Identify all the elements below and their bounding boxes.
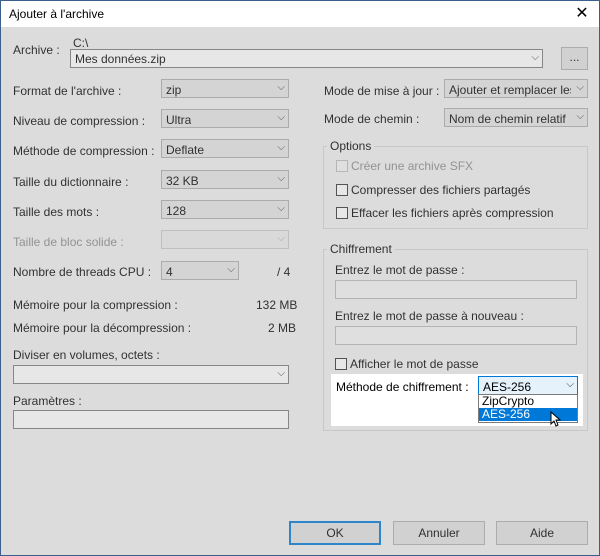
word-label: Taille des mots : [13,205,100,219]
mem-comp-label: Mémoire pour la compression : [13,298,178,312]
archive-path: C:\ [73,36,89,50]
dict-combo[interactable]: 32 KB ⌵ [161,170,289,189]
mem-decomp-value: 2 MB [268,321,297,335]
update-mode-value: Ajouter et remplacer les fichiers [449,83,571,97]
chevron-down-icon[interactable]: ⌵ [277,368,285,379]
method-label: Méthode de compression : [13,144,155,158]
path-mode-combo[interactable]: Nom de chemin relatif ⌵ [444,108,588,127]
archive-name-combo[interactable]: Mes données.zip ⌵ [70,49,543,68]
chevron-down-icon: ⌵ [277,233,285,244]
password-input[interactable] [335,280,577,299]
chevron-down-icon[interactable]: ⌵ [277,173,285,184]
params-input[interactable] [13,410,289,429]
encryption-method-value: AES-256 [483,380,532,394]
level-combo[interactable]: Ultra ⌵ [161,109,289,128]
update-mode-label: Mode de mise à jour : [324,84,440,98]
path-mode-label: Mode de chemin : [324,112,420,126]
encryption-method-dropdown: ZipCrypto AES-256 [478,394,578,423]
archive-name-value: Mes données.zip [75,52,166,66]
format-combo[interactable]: zip ⌵ [161,79,289,98]
help-button[interactable]: Aide [496,521,588,545]
delete-label: Effacer les fichiers après compression [351,206,554,220]
dict-label: Taille du dictionnaire : [13,175,129,189]
update-mode-combo[interactable]: Ajouter et remplacer les fichiers ⌵ [444,79,588,98]
sfx-checkbox [336,160,348,172]
threads-value: 4 [166,265,173,279]
show-password-checkbox[interactable] [335,358,347,370]
password-repeat-label: Entrez le mot de passe à nouveau : [335,309,524,323]
encryption-method-label: Méthode de chiffrement : [336,380,469,394]
add-to-archive-dialog: Ajouter à l'archive ✕ Archive : C:\ Mes … [0,0,600,556]
threads-combo[interactable]: 4 ⌵ [161,261,239,280]
solid-combo: ⌵ [161,230,289,249]
cancel-button[interactable]: Annuler [393,521,485,545]
chevron-down-icon[interactable]: ⌵ [576,82,584,93]
split-label: Diviser en volumes, octets : [13,348,160,362]
word-combo[interactable]: 128 ⌵ [161,200,289,219]
show-password-label: Afficher le mot de passe [350,357,479,371]
level-label: Niveau de compression : [13,114,146,128]
chevron-down-icon[interactable]: ⌵ [576,111,584,122]
params-label: Paramètres : [13,394,82,408]
mem-comp-value: 132 MB [256,298,298,312]
password-label: Entrez le mot de passe : [335,263,465,277]
dropdown-option-aes256[interactable]: AES-256 [479,408,577,421]
chevron-down-icon[interactable]: ⌵ [566,379,574,390]
encryption-method-panel: Méthode de chiffrement : AES-256 ⌵ ZipCr… [331,374,583,427]
ok-button[interactable]: OK [289,521,381,545]
shared-checkbox[interactable] [336,184,348,196]
encryption-group-title: Chiffrement [327,242,395,256]
close-icon[interactable]: ✕ [565,1,599,27]
shared-label: Compresser des fichiers partagés [351,183,531,197]
chevron-down-icon[interactable]: ⌵ [277,112,285,123]
chevron-down-icon[interactable]: ⌵ [277,142,285,153]
options-group-title: Options [327,139,375,153]
title-bar: Ajouter à l'archive ✕ [1,1,599,27]
password-repeat-input[interactable] [335,326,577,345]
solid-label: Taille de bloc solide : [13,235,124,249]
chevron-down-icon[interactable]: ⌵ [277,82,285,93]
split-combo[interactable]: ⌵ [13,365,289,384]
threads-max: / 4 [277,265,291,279]
sfx-label: Créer une archive SFX [351,159,474,173]
format-value: zip [166,83,182,97]
chevron-down-icon[interactable]: ⌵ [227,264,235,275]
method-combo[interactable]: Deflate ⌵ [161,139,289,158]
browse-button[interactable]: ... [561,47,588,70]
format-label: Format de l'archive : [13,84,122,98]
mem-decomp-label: Mémoire pour la décompression : [13,321,192,335]
window-title: Ajouter à l'archive [9,7,105,21]
chevron-down-icon[interactable]: ⌵ [277,203,285,214]
archive-label: Archive : [13,43,60,57]
level-value: Ultra [166,113,192,127]
word-value: 128 [166,204,187,218]
encryption-method-combo[interactable]: AES-256 ⌵ [478,376,578,395]
dict-value: 32 KB [166,174,199,188]
delete-checkbox[interactable] [336,207,348,219]
method-value: Deflate [166,143,205,157]
mouse-pointer-icon [550,411,562,427]
threads-label: Nombre de threads CPU : [13,265,152,279]
chevron-down-icon[interactable]: ⌵ [531,52,539,63]
path-mode-value: Nom de chemin relatif [449,112,566,126]
